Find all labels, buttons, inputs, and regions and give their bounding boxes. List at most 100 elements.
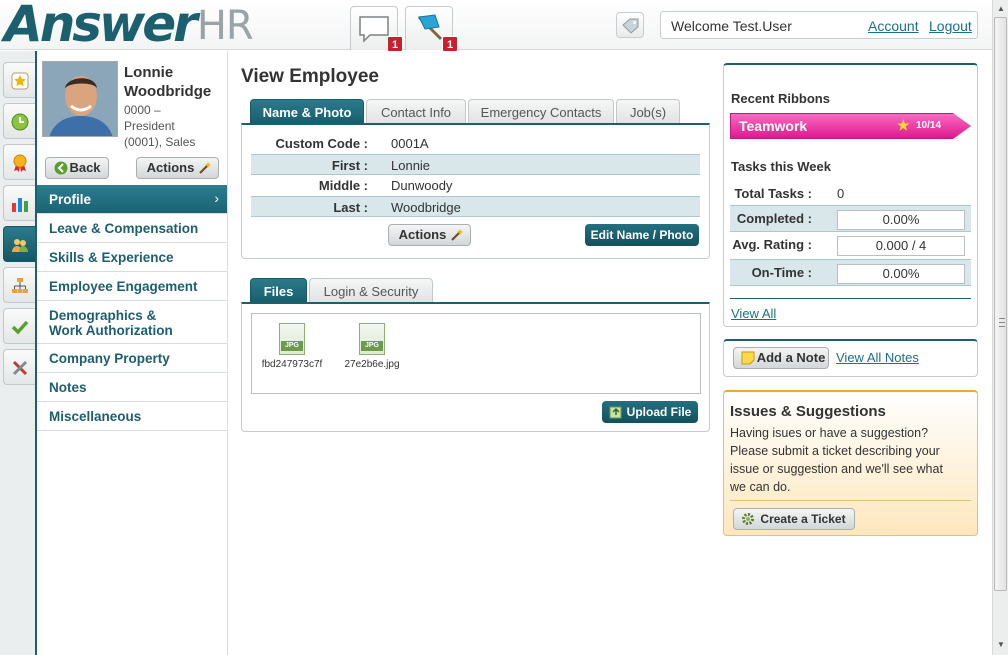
scrollbar-thumb[interactable] <box>994 17 1007 591</box>
vertical-scrollbar[interactable]: ▲ ▼ <box>992 0 1008 655</box>
teamwork-ribbon[interactable]: Teamwork ★ 10/14 <box>730 113 971 139</box>
rail-org-chart-button[interactable] <box>3 267 35 303</box>
nav-item-skills-experience[interactable]: Skills & Experience <box>37 243 227 272</box>
back-button[interactable]: Back <box>45 157 109 179</box>
award-icon <box>13 154 27 172</box>
tab-jobs[interactable]: Job(s) <box>616 99 680 125</box>
create-ticket-button[interactable]: Create a Ticket <box>733 508 855 530</box>
rail-employees-button[interactable] <box>3 226 35 262</box>
rail-reports-button[interactable] <box>3 185 35 221</box>
rail-awards-button[interactable] <box>3 144 35 180</box>
app-window: Answer HR 1 1 Welcome Test.User Account L <box>0 0 1008 655</box>
nav-item-label-line2: Work Authorization <box>49 323 173 338</box>
wand-icon <box>199 162 211 174</box>
add-note-button[interactable]: Add a Note <box>733 347 829 369</box>
field-label: First : <box>331 158 368 173</box>
field-value: Lonnie <box>391 158 431 173</box>
issues-text: Having isues or have a suggestion? Pleas… <box>730 424 943 496</box>
rail-time-button[interactable] <box>3 103 35 139</box>
issues-text-line: we can do. <box>730 480 791 494</box>
upload-icon <box>609 406 622 419</box>
field-value: Dunwoody <box>391 178 453 193</box>
clock-icon <box>11 113 29 131</box>
field-label: Custom Code : <box>275 136 368 151</box>
nav-item-miscellaneous[interactable]: Miscellaneous <box>37 402 227 431</box>
field-value: 0001A <box>391 136 429 151</box>
upload-file-button[interactable]: Upload File <box>602 401 698 423</box>
messages-badge: 1 <box>387 36 403 52</box>
view-all-link[interactable]: View All <box>731 306 776 321</box>
task-label: Avg. Rating : <box>732 237 812 252</box>
file-name: 27e2b6e.jpg <box>344 359 400 370</box>
tab-login-security[interactable]: Login & Security <box>309 278 433 304</box>
file-item[interactable]: JPG fbd247973c7f <box>252 323 332 370</box>
task-label: On-Time : <box>751 265 812 280</box>
nav-item-demographics[interactable]: Demographics & Work Authorization <box>37 301 227 344</box>
task-value: 0.00% <box>837 264 965 284</box>
logout-link[interactable]: Logout <box>929 18 972 34</box>
jpg-file-icon: JPG <box>279 323 305 355</box>
issues-text-line: issue or suggestion and we'll see what <box>730 462 943 476</box>
nav-item-company-property[interactable]: Company Property <box>37 344 227 373</box>
create-ticket-label: Create a Ticket <box>760 512 846 526</box>
employee-name: Lonnie Woodbridge <box>124 63 228 101</box>
divider <box>730 298 971 299</box>
file-item[interactable]: JPG 27e2b6e.jpg <box>332 323 412 370</box>
employee-first-name: Lonnie <box>124 64 174 81</box>
check-icon <box>11 320 29 335</box>
gear-icon <box>742 513 754 525</box>
flags-button[interactable]: 1 <box>405 6 458 52</box>
edit-name-photo-button[interactable]: Edit Name / Photo <box>585 224 699 246</box>
field-row-first: First : Lonnie <box>251 154 700 175</box>
employee-position: 0000 – President (0001), Sales <box>124 102 228 150</box>
scrollbar-grip <box>999 318 1005 327</box>
answerhr-logo[interactable]: Answer HR <box>4 0 254 49</box>
files-panel: JPG fbd247973c7f JPG 27e2b6e.jpg Upload … <box>241 302 710 432</box>
scroll-down-arrow-icon[interactable]: ▼ <box>995 638 1007 652</box>
tools-icon <box>12 360 28 376</box>
actions-label: Actions <box>398 227 447 242</box>
nav-item-employee-engagement[interactable]: Employee Engagement <box>37 272 227 301</box>
field-label: Middle : <box>318 178 368 193</box>
flags-badge: 1 <box>442 36 458 52</box>
tag-button[interactable] <box>616 12 644 38</box>
module-rail <box>0 51 37 655</box>
tab-contact-info[interactable]: Contact Info <box>366 99 466 125</box>
actions-button[interactable]: Actions <box>388 224 471 246</box>
employee-code: 0000 – <box>124 103 161 117</box>
sidebar-actions-button[interactable]: Actions <box>136 157 219 179</box>
field-label: Last : <box>333 200 368 215</box>
rail-admin-button[interactable] <box>3 349 35 385</box>
messages-button[interactable]: 1 <box>350 6 403 52</box>
account-link[interactable]: Account <box>868 18 919 34</box>
rail-tasks-button[interactable] <box>3 308 35 344</box>
nav-item-leave-compensation[interactable]: Leave & Compensation <box>37 214 227 243</box>
view-all-notes-link[interactable]: View All Notes <box>836 350 919 365</box>
nav-item-notes[interactable]: Notes <box>37 373 227 402</box>
employee-title: President <box>124 119 175 133</box>
task-value: 0 <box>837 186 845 201</box>
tab-emergency-contacts[interactable]: Emergency Contacts <box>468 99 614 125</box>
nav-item-label: Demographics & <box>49 308 157 323</box>
employee-department: (0001), Sales <box>124 135 196 149</box>
tab-files[interactable]: Files <box>250 278 307 304</box>
page-title: View Employee <box>241 66 379 87</box>
nav-item-profile[interactable]: Profile › <box>37 185 227 214</box>
sticky-note-icon <box>741 351 755 365</box>
profile-sidebar: Lonnie Woodbridge 0000 – President (0001… <box>37 51 228 655</box>
chart-icon <box>12 198 28 212</box>
employee-last-name: Woodbridge <box>124 83 212 100</box>
nav-item-label: Company Property <box>49 351 170 366</box>
tab-name-photo[interactable]: Name & Photo <box>250 99 364 125</box>
task-row-total: Total Tasks : 0 <box>730 181 971 208</box>
wand-icon <box>451 229 463 241</box>
task-label: Completed : <box>736 211 812 226</box>
issues-suggestions-box: Issues & Suggestions Having isues or hav… <box>723 390 978 536</box>
employee-photo <box>42 61 118 137</box>
header-bar: Answer HR 1 1 Welcome Test.User Account L <box>0 0 992 52</box>
scroll-up-arrow-icon[interactable]: ▲ <box>995 2 1007 16</box>
nav-item-label: Leave & Compensation <box>49 221 199 236</box>
rail-favorites-button[interactable] <box>3 62 35 98</box>
task-value: 0.000 / 4 <box>837 236 965 256</box>
welcome-text: Welcome Test.User <box>671 18 792 34</box>
